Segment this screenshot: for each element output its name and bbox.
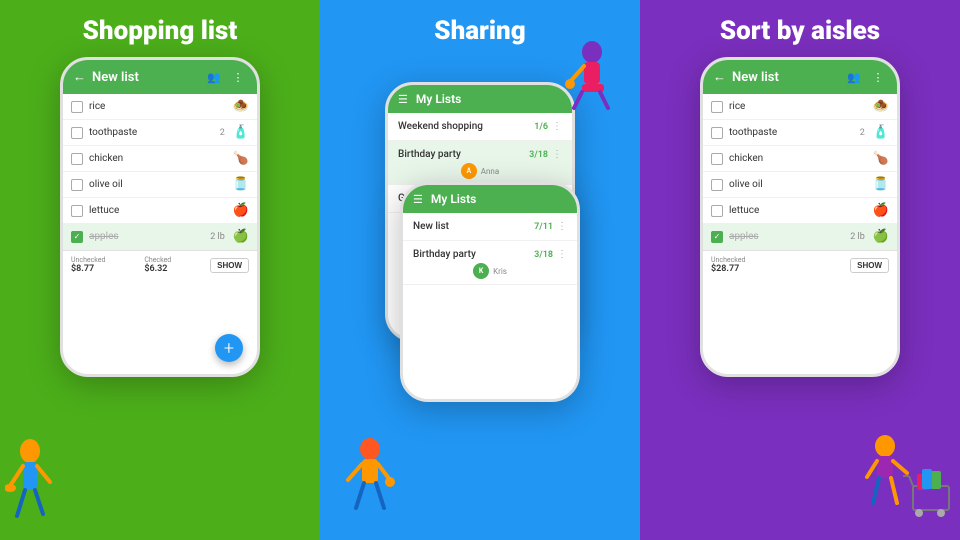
more-icon-3[interactable]: ⋮ <box>869 68 887 86</box>
bottom-bar-3: Unchecked $28.77 SHOW <box>703 250 897 279</box>
list-item[interactable]: chicken 🍗 <box>703 146 897 172</box>
list-item-checked[interactable]: ✓ apples 2 lb 🍏 <box>63 224 257 250</box>
figure-standing-2 <box>340 436 400 530</box>
figure-sitting <box>560 40 625 129</box>
phone-front: ☰ My Lists New list 7/11 ⋮ Birthday part… <box>400 182 580 402</box>
header-title-1: New list <box>92 70 199 85</box>
checkbox-rice-3[interactable] <box>711 101 723 113</box>
hamburger-icon-back: ☰ <box>398 93 408 106</box>
panel2-title: Sharing <box>434 16 525 47</box>
list-row-birthday-front[interactable]: Birthday party 3/18 ⋮ K Kris <box>403 241 577 285</box>
avatar-row-anna: A Anna <box>461 160 499 184</box>
checkbox-apples-3[interactable]: ✓ <box>711 231 723 243</box>
my-lists-title-front: My Lists <box>431 192 567 206</box>
checkbox-toothpaste[interactable] <box>71 127 83 139</box>
list-1: rice 🧆 toothpaste 2 🧴 chicken 🍗 olive oi… <box>63 94 257 250</box>
show-button-3[interactable]: SHOW <box>850 258 889 273</box>
panel-sharing: Sharing ☰ My Lists Weekend shopping 1/6 … <box>320 0 640 540</box>
checkbox-lettuce-3[interactable] <box>711 205 723 217</box>
my-lists-header-back: ☰ My Lists <box>388 85 572 113</box>
list-item-checked-3[interactable]: ✓ apples 2 lb 🍏 <box>703 224 897 250</box>
list-item[interactable]: lettuce 🍎 <box>703 198 897 224</box>
app-header-1: ← New list 👥 ⋮ <box>63 60 257 94</box>
header-title-3: New list <box>732 70 839 85</box>
fab-button-1[interactable]: + <box>215 334 243 362</box>
figure-cart <box>865 431 955 535</box>
panel-shopping-list: Shopping list ← New list 👥 ⋮ rice 🧆 toot… <box>0 0 320 540</box>
avatar-kris: K <box>473 263 489 279</box>
back-button-1[interactable]: ← <box>73 69 86 85</box>
checkbox-oliveoil-3[interactable] <box>711 179 723 191</box>
list-item[interactable]: lettuce 🍎 <box>63 198 257 224</box>
checkbox-olive-oil[interactable] <box>71 179 83 191</box>
checkbox-lettuce[interactable] <box>71 205 83 217</box>
panel3-title: Sort by aisles <box>720 16 880 47</box>
list-item[interactable]: rice 🧆 <box>703 94 897 120</box>
checkbox-apples[interactable]: ✓ <box>71 231 83 243</box>
share-icon-1[interactable]: 👥 <box>205 68 223 86</box>
show-button-1[interactable]: SHOW <box>210 258 249 273</box>
checkbox-chicken-3[interactable] <box>711 153 723 165</box>
my-lists-title-back: My Lists <box>416 92 562 106</box>
list-item[interactable]: olive oil 🫙 <box>63 172 257 198</box>
list-item[interactable]: olive oil 🫙 <box>703 172 897 198</box>
list-row-weekend[interactable]: Weekend shopping 1/6 ⋮ <box>388 113 572 141</box>
hamburger-icon-front: ☰ <box>413 193 423 206</box>
checkbox-chicken[interactable] <box>71 153 83 165</box>
share-icon-3[interactable]: 👥 <box>845 68 863 86</box>
bottom-bar-1: Unchecked $8.77 Checked $6.32 SHOW <box>63 250 257 279</box>
phone-3: ← New list 👥 ⋮ rice 🧆 toothpaste 2 🧴 chi… <box>700 57 900 377</box>
panel-sort-aisles: Sort by aisles ← New list 👥 ⋮ rice 🧆 too… <box>640 0 960 540</box>
my-lists-header-front: ☰ My Lists <box>403 185 577 213</box>
list-item[interactable]: toothpaste 2 🧴 <box>63 120 257 146</box>
panel1-title: Shopping list <box>83 16 238 47</box>
avatar-row-kris: K Kris <box>473 260 507 284</box>
checkbox-rice[interactable] <box>71 101 83 113</box>
list-row-birthday[interactable]: Birthday party 3/18 ⋮ A Anna <box>388 141 572 185</box>
back-button-3[interactable]: ← <box>713 69 726 85</box>
list-row-newlist[interactable]: New list 7/11 ⋮ <box>403 213 577 241</box>
list-3: rice 🧆 toothpaste 2 🧴 chicken 🍗 olive oi… <box>703 94 897 250</box>
list-item[interactable]: rice 🧆 <box>63 94 257 120</box>
figure-person-1 <box>5 436 75 540</box>
app-header-3: ← New list 👥 ⋮ <box>703 60 897 94</box>
list-item[interactable]: chicken 🍗 <box>63 146 257 172</box>
list-item[interactable]: toothpaste 2 🧴 <box>703 120 897 146</box>
phone-1: ← New list 👥 ⋮ rice 🧆 toothpaste 2 🧴 chi… <box>60 57 260 377</box>
avatar-anna: A <box>461 163 477 179</box>
more-icon-1[interactable]: ⋮ <box>229 68 247 86</box>
checkbox-toothpaste-3[interactable] <box>711 127 723 139</box>
